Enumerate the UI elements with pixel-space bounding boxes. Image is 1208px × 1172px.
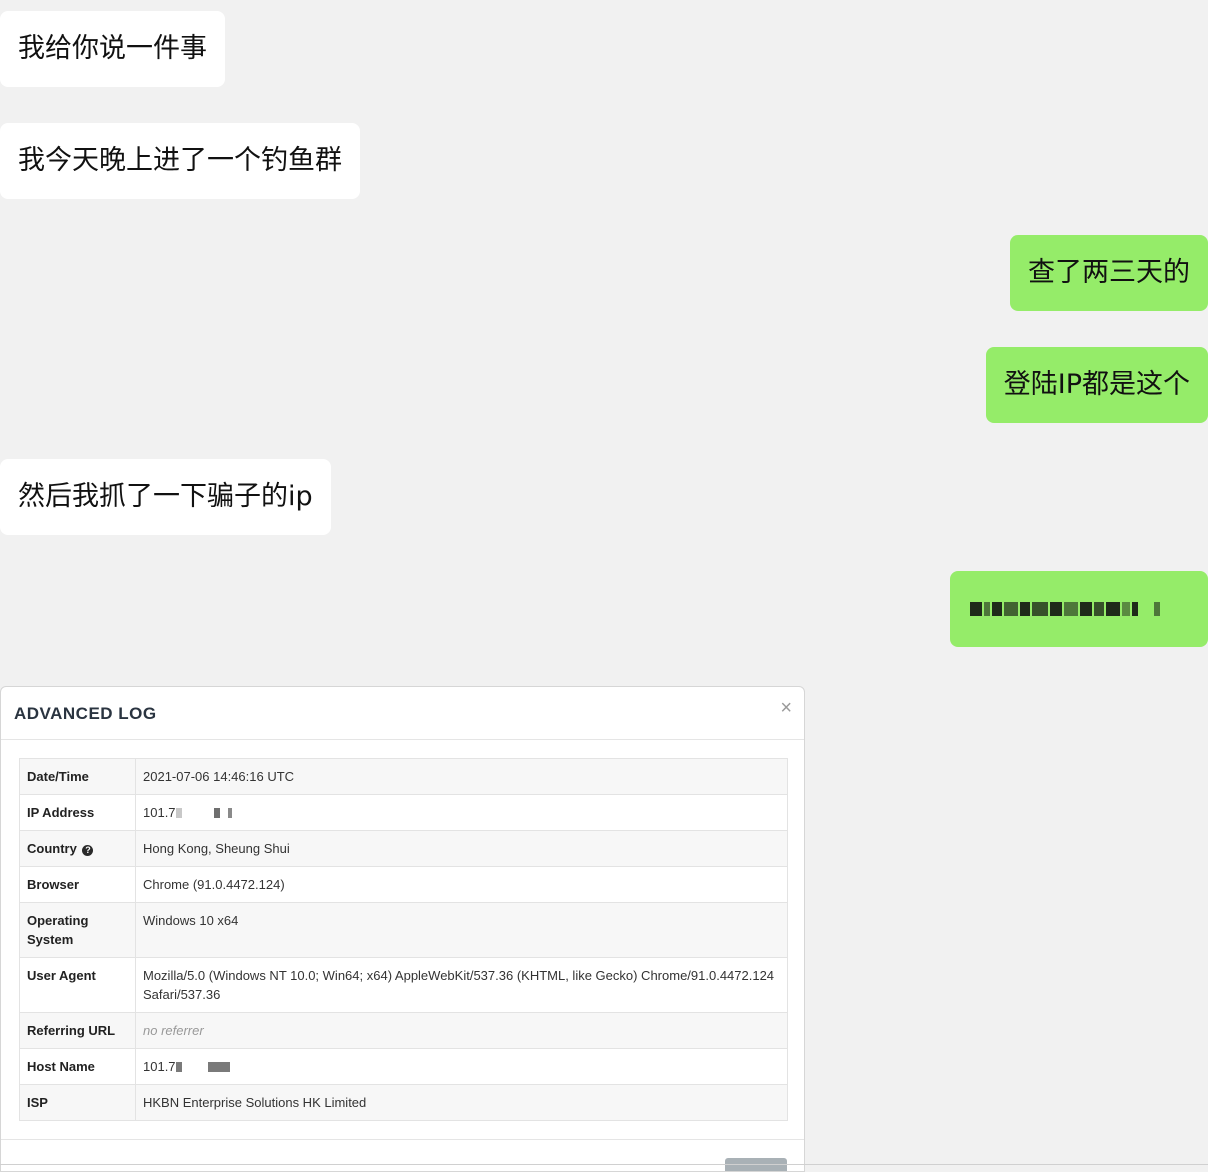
chat-message-incoming[interactable]: 我给你说一件事 bbox=[0, 11, 225, 87]
chat-message-incoming[interactable]: 然后我抓了一下骗子的ip bbox=[0, 459, 331, 535]
table-row: User Agent Mozilla/5.0 (Windows NT 10.0;… bbox=[19, 957, 788, 1013]
redaction-mark bbox=[175, 808, 182, 818]
row-value: 101.7 bbox=[135, 794, 788, 831]
table-row: ISP HKBN Enterprise Solutions HK Limited bbox=[19, 1084, 788, 1121]
log-table: Date/Time 2021-07-06 14:46:16 UTC IP Add… bbox=[19, 758, 788, 1121]
message-text: 登陆IP都是这个 bbox=[1003, 369, 1190, 400]
table-row: Operating System Windows 10 x64 bbox=[19, 902, 788, 958]
chat-area: 我给你说一件事 我今天晚上进了一个钓鱼群 查了两三天的 登陆IP都是这个 然后我… bbox=[0, 0, 1208, 680]
row-label: User Agent bbox=[19, 957, 136, 1013]
table-row: Browser Chrome (91.0.4472.124) bbox=[19, 866, 788, 903]
message-text: 然后我抓了一下骗子的ip bbox=[18, 481, 313, 512]
question-circle-icon[interactable]: ? bbox=[82, 845, 94, 856]
row-value: Hong Kong, Sheung Shui bbox=[135, 830, 788, 867]
modal-header: ADVANCED LOG × bbox=[1, 687, 804, 740]
row-label: Operating System bbox=[19, 902, 136, 958]
row-label: IP Address bbox=[19, 794, 136, 831]
message-text: 我给你说一件事 bbox=[18, 33, 207, 64]
row-value: Chrome (91.0.4472.124) bbox=[135, 866, 788, 903]
table-row: Referring URL no referrer bbox=[19, 1012, 788, 1049]
redaction-mark bbox=[213, 808, 220, 818]
close-icon[interactable]: × bbox=[780, 697, 792, 720]
row-label: ISP bbox=[19, 1084, 136, 1121]
table-row: Host Name 101.7 bbox=[19, 1048, 788, 1085]
host-value: 101.7 bbox=[143, 1059, 176, 1074]
modal-title: ADVANCED LOG bbox=[14, 704, 157, 723]
advanced-log-modal: ADVANCED LOG × Date/Time 2021-07-06 14:4… bbox=[0, 686, 805, 1172]
row-value: no referrer bbox=[135, 1012, 788, 1049]
divider bbox=[0, 1164, 1208, 1165]
row-label: Date/Time bbox=[19, 758, 136, 795]
row-value: Mozilla/5.0 (Windows NT 10.0; Win64; x64… bbox=[135, 957, 788, 1013]
row-label: Host Name bbox=[19, 1048, 136, 1085]
footer-button[interactable] bbox=[725, 1158, 787, 1171]
redaction-mark bbox=[207, 1062, 230, 1072]
modal-footer bbox=[1, 1139, 804, 1171]
chat-message-outgoing-redacted[interactable] bbox=[950, 571, 1208, 647]
redaction-mark bbox=[175, 1062, 182, 1072]
row-label: Browser bbox=[19, 866, 136, 903]
ip-value: 101.7 bbox=[143, 805, 176, 820]
table-row: Country ? Hong Kong, Sheung Shui bbox=[19, 830, 788, 867]
row-value: Windows 10 x64 bbox=[135, 902, 788, 958]
country-label: Country bbox=[27, 841, 77, 856]
pixelated-redaction bbox=[970, 571, 1188, 647]
chat-message-outgoing[interactable]: 登陆IP都是这个 bbox=[985, 347, 1208, 423]
table-row: IP Address 101.7 bbox=[19, 794, 788, 831]
message-text: 查了两三天的 bbox=[1028, 257, 1190, 288]
row-label: Country ? bbox=[19, 830, 136, 867]
row-value: HKBN Enterprise Solutions HK Limited bbox=[135, 1084, 788, 1121]
redaction-mark bbox=[227, 808, 232, 818]
chat-message-incoming[interactable]: 我今天晚上进了一个钓鱼群 bbox=[0, 123, 360, 199]
row-value: 101.7 bbox=[135, 1048, 788, 1085]
chat-message-outgoing[interactable]: 查了两三天的 bbox=[1010, 235, 1208, 311]
row-value: 2021-07-06 14:46:16 UTC bbox=[135, 758, 788, 795]
message-text: 我今天晚上进了一个钓鱼群 bbox=[18, 145, 342, 176]
row-label: Referring URL bbox=[19, 1012, 136, 1049]
table-row: Date/Time 2021-07-06 14:46:16 UTC bbox=[19, 758, 788, 795]
